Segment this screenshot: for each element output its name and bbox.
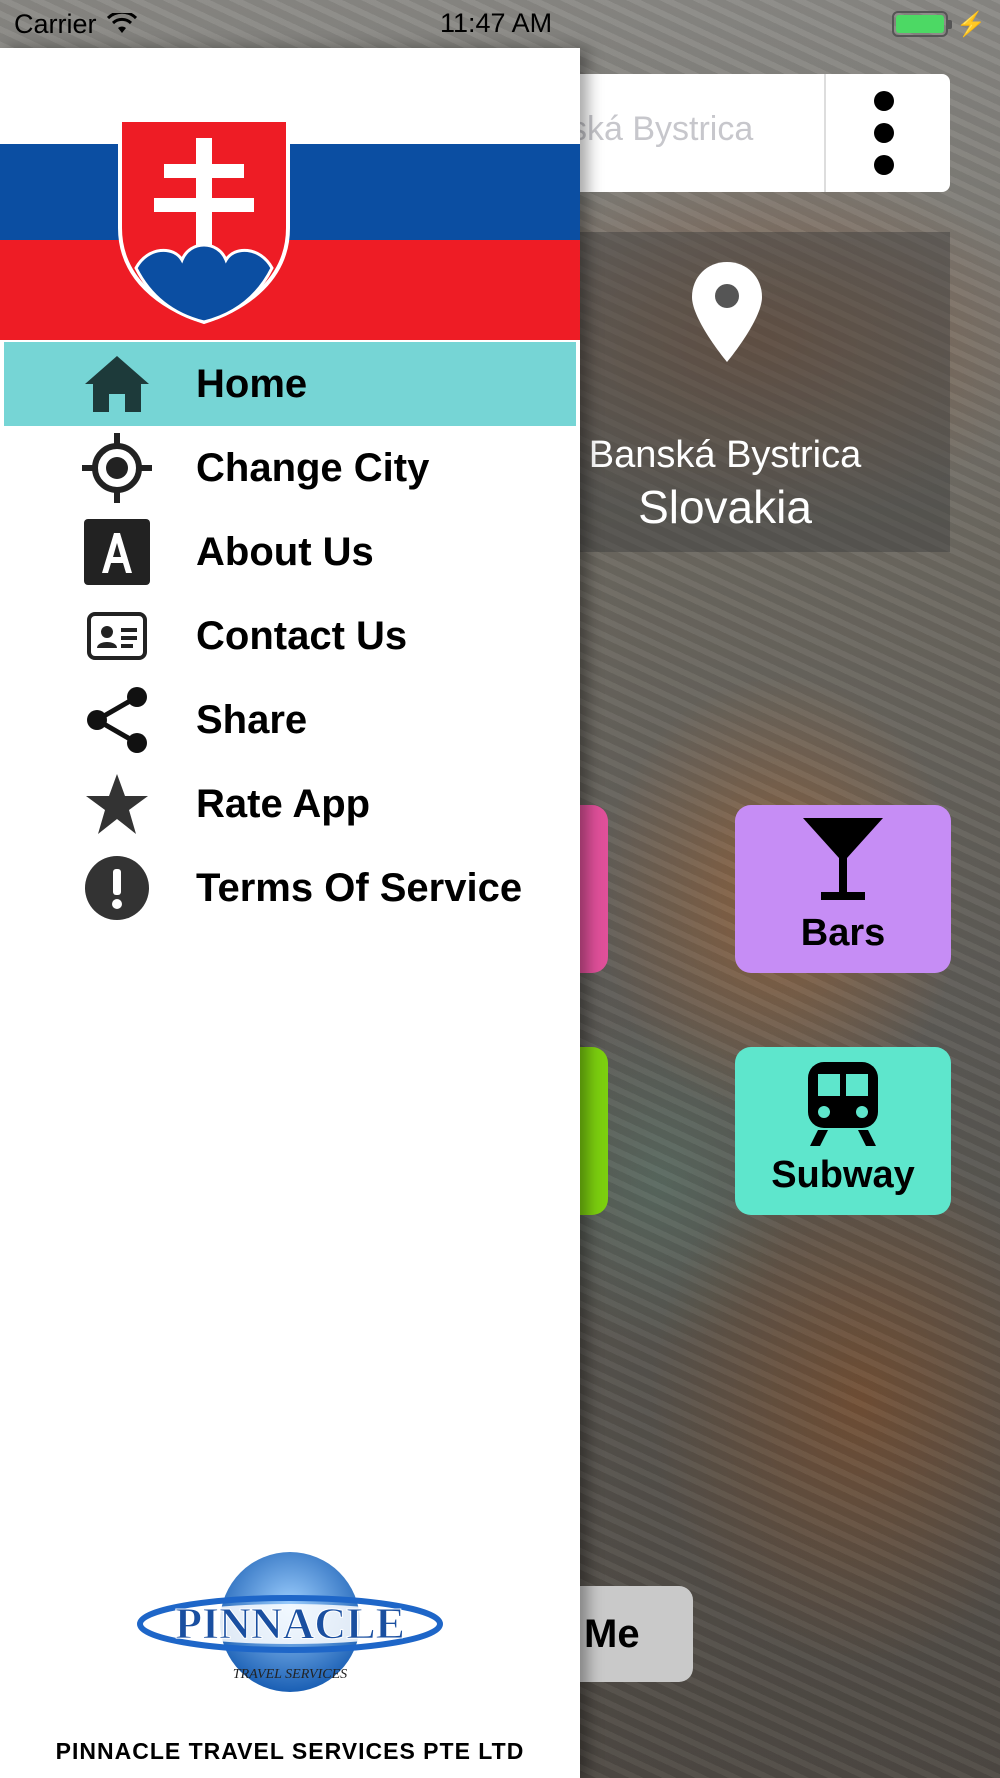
bars-label: Bars xyxy=(800,912,886,954)
more-options-button[interactable] xyxy=(824,74,942,192)
menu-item-label: Share xyxy=(196,697,308,742)
subway-tile[interactable]: Subway xyxy=(735,1047,951,1215)
more-icon xyxy=(874,91,894,111)
cocktail-icon xyxy=(803,818,883,900)
menu-item-about-us[interactable]: About Us xyxy=(4,510,576,594)
battery-icon xyxy=(892,11,953,37)
letter-a-icon xyxy=(82,517,152,587)
menu-item-label: Contact Us xyxy=(196,613,408,658)
train-icon xyxy=(808,1062,878,1146)
city-search-input[interactable]: ská Bystrica xyxy=(570,110,753,149)
location-country: Slovakia xyxy=(638,481,812,533)
drawer-menu: Home Change City About Us Contact Us Sha… xyxy=(0,342,580,930)
status-bar: Carrier 11:47 AM ⚡ xyxy=(0,0,1000,48)
home-icon xyxy=(82,349,152,419)
company-name: PINNACLE TRAVEL SERVICES PTE LTD xyxy=(55,1738,525,1764)
coat-of-arms-icon xyxy=(118,118,290,324)
menu-item-label: About Us xyxy=(196,529,374,574)
charging-icon: ⚡ xyxy=(956,10,986,38)
menu-item-home[interactable]: Home xyxy=(4,342,576,426)
bars-tile[interactable]: Bars xyxy=(735,805,951,973)
contact-card-icon xyxy=(82,601,152,671)
menu-item-label: Home xyxy=(196,361,308,406)
alert-icon xyxy=(82,853,152,923)
menu-item-terms[interactable]: Terms Of Service xyxy=(4,846,576,930)
menu-item-share[interactable]: Share xyxy=(4,678,576,762)
wifi-icon xyxy=(106,13,137,33)
svg-text:PINNACLE: PINNACLE xyxy=(175,1599,405,1648)
share-icon xyxy=(82,685,152,755)
subway-label: Subway xyxy=(771,1154,915,1196)
menu-item-change-city[interactable]: Change City xyxy=(4,426,576,510)
locate-me-label: Me xyxy=(584,1611,640,1656)
slovakia-flag xyxy=(0,48,580,340)
carrier-label: Carrier xyxy=(14,8,97,39)
menu-item-label: Change City xyxy=(196,445,430,490)
menu-item-contact-us[interactable]: Contact Us xyxy=(4,594,576,678)
menu-item-rate-app[interactable]: Rate App xyxy=(4,762,576,846)
city-search-bar[interactable]: ská Bystrica xyxy=(560,74,950,192)
location-pin-icon xyxy=(692,262,762,362)
menu-item-label: Terms Of Service xyxy=(196,865,523,910)
svg-text:TRAVEL SERVICES: TRAVEL SERVICES xyxy=(233,1667,347,1682)
star-icon xyxy=(82,769,152,839)
pinnacle-logo: PINNACLE TRAVEL SERVICES xyxy=(130,1548,450,1698)
location-card: Banská Bystrica Slovakia xyxy=(540,232,950,552)
side-drawer: Home Change City About Us Contact Us Sha… xyxy=(0,48,580,1778)
status-time: 11:47 AM xyxy=(440,8,553,38)
menu-item-label: Rate App xyxy=(196,781,371,826)
location-city: Banská Bystrica xyxy=(588,434,862,476)
crosshair-icon xyxy=(82,433,152,503)
